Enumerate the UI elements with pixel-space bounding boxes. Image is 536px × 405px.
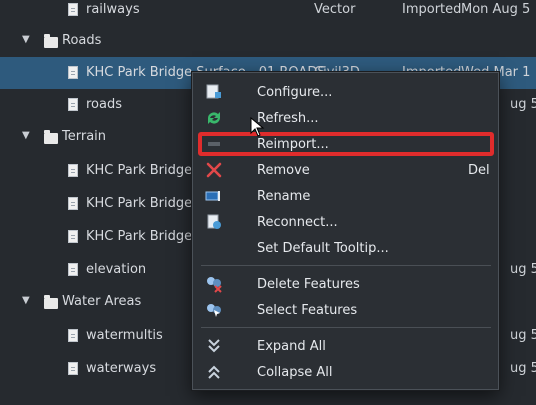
menu-item-reconnect[interactable]: Reconnect...: [193, 209, 498, 235]
menu-item-select-features[interactable]: Select Features: [193, 297, 498, 323]
menu-item-label: Configure...: [257, 84, 333, 100]
menu-item-remove[interactable]: Remove Del: [193, 157, 498, 183]
layer-icon: [68, 98, 78, 111]
highlight-box: [198, 132, 494, 156]
layer-type: Vector: [314, 2, 356, 17]
tree-row-label: elevation: [86, 262, 147, 277]
tree-row-label: watermultis: [86, 328, 163, 343]
select-features-icon: [205, 301, 223, 319]
tree-row-label: railways: [86, 2, 140, 17]
tree-row-railways[interactable]: railways Vector Imported Mon Aug 5: [0, 0, 536, 26]
menu-item-refresh[interactable]: Refresh...: [193, 105, 498, 131]
expand-all-icon: [205, 337, 223, 355]
menu-separator: [201, 327, 491, 328]
tree-group-label: Roads: [62, 33, 102, 48]
tree-group-label: Terrain: [62, 129, 107, 144]
layer-icon: [68, 66, 78, 79]
menu-item-label: Rename: [257, 188, 311, 204]
layer-date: ug 5: [510, 262, 536, 277]
layer-icon: [68, 164, 78, 177]
menu-separator: [201, 265, 491, 266]
tree-group-roads[interactable]: ▼ Roads: [0, 25, 536, 57]
menu-item-label: Set Default Tooltip...: [257, 240, 389, 256]
menu-item-expand-all[interactable]: Expand All: [193, 333, 498, 359]
menu-item-set-default-tooltip[interactable]: Set Default Tooltip...: [193, 235, 498, 261]
menu-item-configure[interactable]: Configure...: [193, 79, 498, 105]
screen: railways Vector Imported Mon Aug 5 ▼ Roa…: [0, 0, 536, 405]
menu-item-label: Reconnect...: [257, 214, 338, 230]
refresh-icon: [205, 109, 223, 127]
menu-item-shortcut: Del: [468, 162, 490, 178]
menu-item-delete-features[interactable]: Delete Features: [193, 271, 498, 297]
menu-item-label: Delete Features: [257, 276, 360, 292]
menu-item-collapse-all[interactable]: Collapse All: [193, 359, 498, 385]
layer-icon: [68, 197, 78, 210]
layer-status: Imported: [402, 2, 462, 17]
menu-item-label: Refresh...: [257, 110, 319, 126]
layer-date: ug 5: [510, 328, 536, 343]
layer-icon: [68, 230, 78, 243]
folder-icon: [44, 34, 58, 48]
menu-item-rename[interactable]: Rename: [193, 183, 498, 209]
layer-date: ug 5: [510, 97, 536, 112]
menu-item-label: Select Features: [257, 302, 358, 318]
menu-item-label: Remove: [257, 162, 310, 178]
reconnect-icon: [205, 213, 223, 231]
tree-group-label: Water Areas: [62, 294, 142, 309]
layer-icon: [68, 362, 78, 375]
folder-icon: [44, 130, 58, 144]
chevron-down-icon[interactable]: ▼: [22, 296, 32, 306]
tree-row-label: waterways: [86, 361, 157, 376]
delete-features-icon: [205, 275, 223, 293]
context-menu: Configure... Refresh... Reimport... Remo…: [192, 72, 499, 390]
menu-item-label: Expand All: [257, 338, 326, 354]
chevron-down-icon[interactable]: ▼: [22, 35, 32, 45]
rename-icon: [205, 187, 223, 205]
remove-icon: [205, 161, 223, 179]
configure-icon: [205, 83, 223, 101]
layer-icon: [68, 329, 78, 342]
layer-icon: [68, 3, 78, 16]
tree-row-label: roads: [86, 97, 123, 112]
chevron-down-icon[interactable]: ▼: [22, 131, 32, 141]
layer-date: Mon Aug 5: [461, 2, 531, 17]
collapse-all-icon: [205, 363, 223, 381]
layer-date: ug 5: [510, 361, 536, 376]
layer-icon: [68, 263, 78, 276]
menu-item-label: Collapse All: [257, 364, 333, 380]
folder-icon: [44, 295, 58, 309]
